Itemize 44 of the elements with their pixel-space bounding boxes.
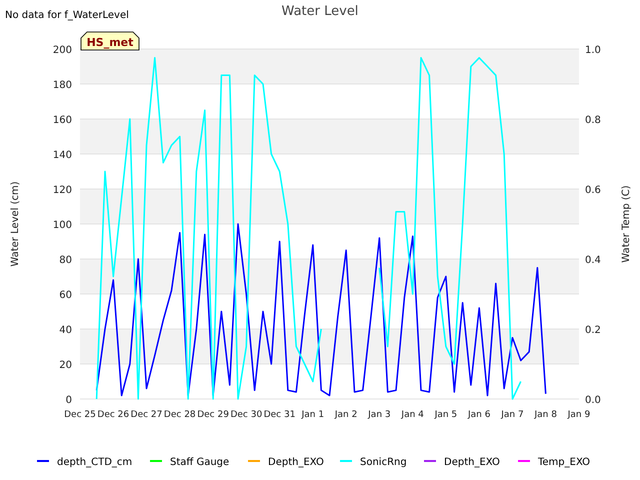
hs-met-badge: HS_met [80, 32, 140, 50]
x-tick-label: Jan 9 [568, 410, 590, 420]
right-axis-label: Water Temp (C) [621, 185, 632, 263]
right-tick-label: 0.4 [585, 255, 601, 266]
x-tick-label: Dec 26 [97, 410, 130, 420]
y-tick-label: 0 [66, 395, 72, 406]
y-tick-label: 180 [52, 80, 72, 91]
right-tick-label: 0.0 [585, 395, 601, 406]
right-tick-label: 0.6 [585, 185, 601, 196]
x-tick-label: Jan 7 [501, 410, 524, 420]
legend-label: Depth_EXO [444, 457, 500, 468]
legend-label: depth_CTD_cm [57, 457, 132, 468]
x-tick-label: Dec 27 [130, 410, 162, 420]
y-tick-label: 160 [52, 115, 72, 126]
y-tick-label: 40 [59, 325, 72, 336]
y-tick-label: 120 [52, 185, 72, 196]
x-tick-label: Dec 25 [64, 410, 96, 420]
y-tick-label: 100 [52, 220, 72, 231]
x-tick-label: Jan 6 [468, 410, 490, 420]
right-tick-label: 0.2 [585, 325, 601, 336]
x-tick-label: Jan 4 [401, 410, 424, 420]
x-tick-label: Dec 28 [164, 410, 196, 420]
legend-label: Staff Gauge [170, 457, 230, 468]
x-tick-label: Jan 2 [334, 410, 358, 420]
legend-label: Depth_EXO [268, 457, 324, 468]
legend-label: SonicRng [360, 457, 407, 468]
y-tick-label: 140 [52, 150, 72, 161]
y-tick-label: 60 [59, 290, 72, 301]
x-tick-label: Dec 30 [230, 410, 262, 420]
y-tick-label: 200 [52, 45, 72, 56]
legend-label: Temp_EXO [538, 457, 590, 468]
y-tick-label: 20 [59, 360, 72, 371]
no-data-notice: No data for f_WaterLevel [5, 10, 129, 21]
y-tick-label: 80 [59, 255, 72, 266]
chart-title: Water Level [282, 4, 358, 19]
right-tick-label: 1.0 [585, 45, 601, 56]
x-tick-label: Jan 8 [534, 410, 557, 420]
right-tick-label: 0.8 [585, 115, 601, 126]
x-tick-label: Jan 3 [368, 410, 391, 420]
x-tick-label: Dec 31 [264, 410, 296, 420]
x-tick-label: Jan 1 [302, 410, 324, 420]
y-axis-label: Water Level (cm) [10, 181, 21, 267]
x-tick-label: Jan 5 [434, 410, 458, 420]
x-tick-label: Dec 29 [197, 410, 229, 420]
